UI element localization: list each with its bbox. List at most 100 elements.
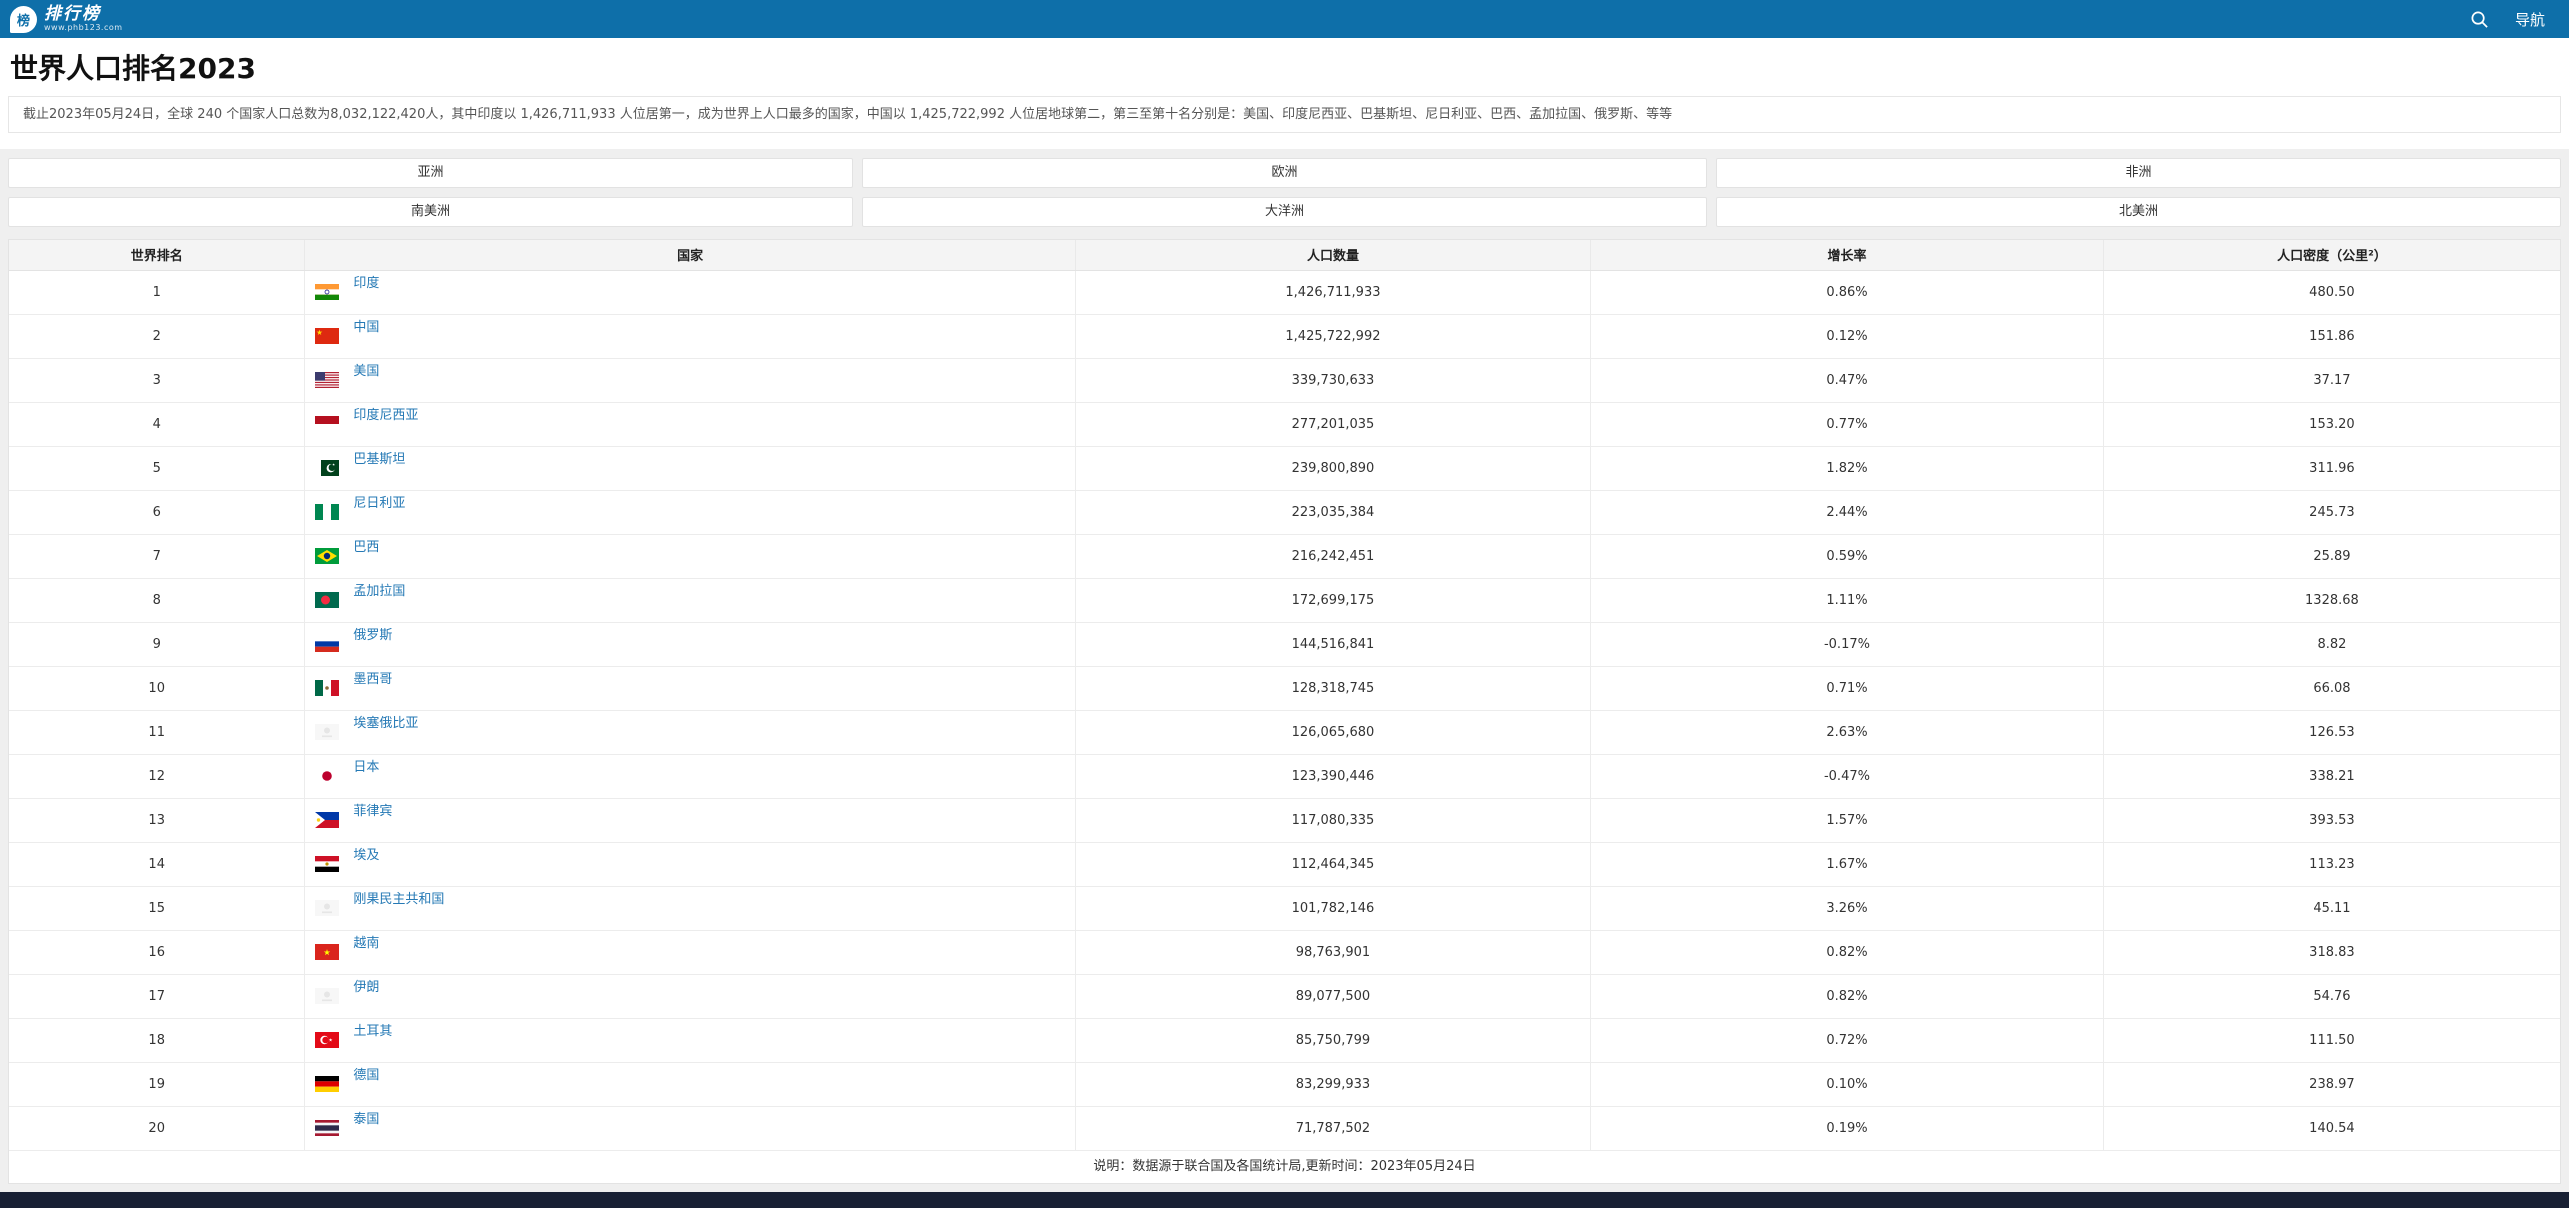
country-cell: 刚果民主共和国 xyxy=(305,886,1075,930)
continent-button-south-america[interactable]: 南美洲 xyxy=(8,197,853,227)
rank-cell: 2 xyxy=(9,314,305,358)
country-link[interactable]: 泰国 xyxy=(315,1117,379,1136)
country-cell: 日本 xyxy=(305,754,1075,798)
continent-button-north-america[interactable]: 北美洲 xyxy=(1716,197,2561,227)
country-link[interactable]: 中国 xyxy=(315,325,379,344)
site-logo[interactable]: 榜 排行榜 www.phb123.com xyxy=(10,6,123,33)
rank-cell: 14 xyxy=(9,842,305,886)
rank-cell: 16 xyxy=(9,930,305,974)
growth-cell: 2.63% xyxy=(1591,710,2104,754)
growth-cell: -0.47% xyxy=(1591,754,2104,798)
rank-cell: 13 xyxy=(9,798,305,842)
country-name: 伊朗 xyxy=(353,981,379,995)
country-name: 德国 xyxy=(353,1069,379,1083)
population-cell: 128,318,745 xyxy=(1075,666,1590,710)
growth-cell: 1.82% xyxy=(1591,446,2104,490)
table-row: 16 越南 98,763,901 0.82% 318.83 xyxy=(9,930,2560,974)
density-cell: 393.53 xyxy=(2103,798,2560,842)
country-cell: 伊朗 xyxy=(305,974,1075,1018)
country-name: 菲律宾 xyxy=(353,805,392,819)
population-cell: 216,242,451 xyxy=(1075,534,1590,578)
table-row: 18 土耳其 85,750,799 0.72% 111.50 xyxy=(9,1018,2560,1062)
table-footnote: 说明：数据源于联合国及各国统计局,更新时间：2023年05月24日 xyxy=(9,1151,2560,1183)
density-cell: 37.17 xyxy=(2103,358,2560,402)
country-link[interactable]: 印度尼西亚 xyxy=(315,413,418,432)
population-table: 世界排名 国家 人口数量 增长率 人口密度（公里²） 1 印度 1,426,71… xyxy=(9,240,2560,1151)
population-cell: 71,787,502 xyxy=(1075,1106,1590,1150)
population-cell: 98,763,901 xyxy=(1075,930,1590,974)
india-flag-icon xyxy=(315,284,339,300)
country-link[interactable]: 越南 xyxy=(315,941,379,960)
country-link[interactable]: 日本 xyxy=(315,765,379,784)
rank-cell: 12 xyxy=(9,754,305,798)
country-link[interactable]: 美国 xyxy=(315,369,379,388)
continent-filter-grid: 亚洲 欧洲 非洲 南美洲 大洋洲 北美洲 xyxy=(8,158,2561,227)
population-cell: 123,390,446 xyxy=(1075,754,1590,798)
growth-cell: 0.71% xyxy=(1591,666,2104,710)
growth-cell: 0.59% xyxy=(1591,534,2104,578)
country-link[interactable]: 俄罗斯 xyxy=(315,633,392,652)
growth-cell: 1.57% xyxy=(1591,798,2104,842)
growth-cell: 2.44% xyxy=(1591,490,2104,534)
country-link[interactable]: 伊朗 xyxy=(315,985,379,1004)
country-link[interactable]: 尼日利亚 xyxy=(315,501,405,520)
nav-menu-link[interactable]: 导航 xyxy=(2515,9,2545,30)
rank-cell: 20 xyxy=(9,1106,305,1150)
population-cell: 101,782,146 xyxy=(1075,886,1590,930)
country-link[interactable]: 印度 xyxy=(315,281,379,300)
country-cell: 墨西哥 xyxy=(305,666,1075,710)
table-row: 19 德国 83,299,933 0.10% 238.97 xyxy=(9,1062,2560,1106)
logo-title: 排行榜 xyxy=(44,6,123,24)
logo-subtitle: www.phb123.com xyxy=(44,24,123,32)
density-cell: 151.86 xyxy=(2103,314,2560,358)
population-cell: 1,425,722,992 xyxy=(1075,314,1590,358)
country-name: 尼日利亚 xyxy=(353,497,405,511)
continent-button-africa[interactable]: 非洲 xyxy=(1716,158,2561,188)
country-name: 美国 xyxy=(353,365,379,379)
growth-cell: 0.82% xyxy=(1591,974,2104,1018)
page-head-section: 世界人口排名2023 截止2023年05月24日，全球 240 个国家人口总数为… xyxy=(0,38,2569,149)
growth-cell: 0.72% xyxy=(1591,1018,2104,1062)
country-name: 泰国 xyxy=(353,1113,379,1127)
logo-text: 排行榜 www.phb123.com xyxy=(44,6,123,32)
placeholder-flag-icon xyxy=(315,900,339,916)
country-link[interactable]: 菲律宾 xyxy=(315,809,392,828)
continent-button-oceania[interactable]: 大洋洲 xyxy=(862,197,1707,227)
rank-cell: 6 xyxy=(9,490,305,534)
philippines-flag-icon xyxy=(315,812,339,828)
country-link[interactable]: 巴西 xyxy=(315,545,379,564)
china-flag-icon xyxy=(315,328,339,344)
population-cell: 1,426,711,933 xyxy=(1075,270,1590,314)
country-cell: 印度尼西亚 xyxy=(305,402,1075,446)
continent-button-asia[interactable]: 亚洲 xyxy=(8,158,853,188)
country-name: 埃及 xyxy=(353,849,379,863)
density-cell: 8.82 xyxy=(2103,622,2560,666)
growth-cell: 0.10% xyxy=(1591,1062,2104,1106)
country-link[interactable]: 孟加拉国 xyxy=(315,589,405,608)
search-icon[interactable] xyxy=(2470,10,2489,29)
country-link[interactable]: 德国 xyxy=(315,1073,379,1092)
country-link[interactable]: 刚果民主共和国 xyxy=(315,897,444,916)
country-link[interactable]: 墨西哥 xyxy=(315,677,392,696)
density-cell: 153.20 xyxy=(2103,402,2560,446)
density-cell: 45.11 xyxy=(2103,886,2560,930)
logo-icon: 榜 xyxy=(10,6,37,33)
rank-cell: 11 xyxy=(9,710,305,754)
growth-cell: 3.26% xyxy=(1591,886,2104,930)
density-cell: 338.21 xyxy=(2103,754,2560,798)
country-name: 俄罗斯 xyxy=(353,629,392,643)
population-cell: 172,699,175 xyxy=(1075,578,1590,622)
col-header-density: 人口密度（公里²） xyxy=(2103,240,2560,270)
vietnam-flag-icon xyxy=(315,944,339,960)
continent-button-europe[interactable]: 欧洲 xyxy=(862,158,1707,188)
country-link[interactable]: 埃塞俄比亚 xyxy=(315,721,418,740)
country-link[interactable]: 埃及 xyxy=(315,853,379,872)
country-name: 巴基斯坦 xyxy=(353,453,405,467)
growth-cell: 1.67% xyxy=(1591,842,2104,886)
rank-cell: 8 xyxy=(9,578,305,622)
population-cell: 117,080,335 xyxy=(1075,798,1590,842)
country-link[interactable]: 巴基斯坦 xyxy=(315,457,405,476)
country-link[interactable]: 土耳其 xyxy=(315,1029,392,1048)
table-row: 20 泰国 71,787,502 0.19% 140.54 xyxy=(9,1106,2560,1150)
rank-cell: 3 xyxy=(9,358,305,402)
